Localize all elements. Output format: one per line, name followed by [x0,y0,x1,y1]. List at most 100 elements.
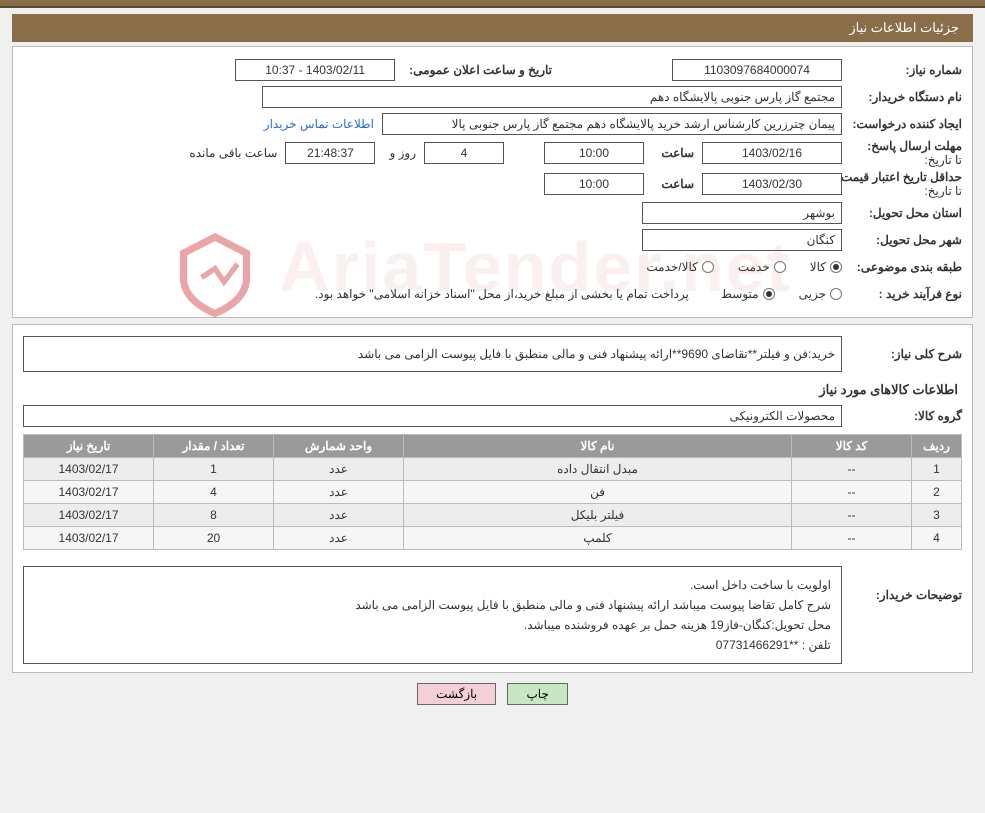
table-row: 3--فیلتر بلیکلعدد81403/02/17 [24,504,962,527]
radio-goods-label: کالا [810,260,826,274]
creator-field: پیمان چترزرین کارشناس ارشد خرید پالایشگا… [382,113,842,135]
table-header-row: ردیف کد کالا نام کالا واحد شمارش تعداد /… [24,435,962,458]
goods-table: ردیف کد کالا نام کالا واحد شمارش تعداد /… [23,434,962,550]
table-cell: 1403/02/17 [24,481,154,504]
remarks-box: اولویت با ساخت داخل است. شرح کامل تقاضا … [23,566,842,664]
need-number-label: شماره نیاز: [842,63,962,77]
table-cell: عدد [274,527,404,550]
table-cell: کلمپ [404,527,792,550]
remarks-line-1: اولویت با ساخت داخل است. [34,575,831,595]
table-cell: 20 [154,527,274,550]
remaining-suffix: ساعت باقی مانده [183,146,277,160]
contact-link[interactable]: اطلاعات تماس خریدار [264,117,374,131]
table-cell: 1403/02/17 [24,458,154,481]
table-cell: 1 [154,458,274,481]
col-date: تاریخ نیاز [24,435,154,458]
table-cell: 1403/02/17 [24,504,154,527]
table-row: 4--کلمپعدد201403/02/17 [24,527,962,550]
page-title: جزئیات اطلاعات نیاز [12,14,973,42]
remarks-label: توضیحات خریدار: [842,558,962,602]
table-cell: 8 [154,504,274,527]
need-desc-label: شرح کلی نیاز: [842,347,962,361]
col-qty: تعداد / مقدار [154,435,274,458]
process-label: نوع فرآیند خرید : [842,287,962,301]
info-panel: AriaTender.net شماره نیاز: 1103097684000… [12,46,973,318]
time-label-2: ساعت [644,177,694,191]
deadline-time-field: 10:00 [544,142,644,164]
remarks-line-2: شرح کامل تقاضا پیوست میباشد ارائه پیشنها… [34,595,831,615]
table-row: 2--فنعدد41403/02/17 [24,481,962,504]
remarks-line-4: تلفن : **07731466291 [34,635,831,655]
buyer-org-label: نام دستگاه خریدار: [842,90,962,104]
category-radio-group: کالا خدمت کالا/خدمت [626,260,842,274]
need-number-field: 1103097684000074 [672,59,842,81]
col-name: نام کالا [404,435,792,458]
radio-dot-icon [774,261,786,273]
radio-service[interactable]: خدمت [738,260,786,274]
price-time-field: 10:00 [544,173,644,195]
announce-label: تاریخ و ساعت اعلان عمومی: [403,63,552,77]
price-validity-text: حداقل تاریخ اعتبار قیمت: [837,170,962,184]
table-cell: 4 [154,481,274,504]
radio-goods[interactable]: کالا [810,260,842,274]
radio-goods-service[interactable]: کالا/خدمت [646,260,713,274]
table-cell: عدد [274,481,404,504]
radio-service-label: خدمت [738,260,770,274]
top-stripe [0,0,985,8]
button-row: چاپ بازگشت [0,683,985,705]
city-label: شهر محل تحویل: [842,233,962,247]
announce-field: 1403/02/11 - 10:37 [235,59,395,81]
table-cell: -- [792,527,912,550]
category-label: طبقه بندی موضوعی: [842,260,962,274]
days-label: روز و [383,146,416,160]
to-date-text-2: تا تاریخ: [848,184,962,198]
table-cell: 2 [912,481,962,504]
table-cell: 4 [912,527,962,550]
table-row: 1--مبدل انتقال دادهعدد11403/02/17 [24,458,962,481]
deadline-send-text: مهلت ارسال پاسخ: [867,139,962,153]
radio-partial-label: جزیی [799,287,826,301]
radio-goods-service-label: کالا/خدمت [646,260,697,274]
table-cell: فیلتر بلیکل [404,504,792,527]
table-cell: -- [792,504,912,527]
table-cell: 3 [912,504,962,527]
col-code: کد کالا [792,435,912,458]
price-date-field: 1403/02/30 [702,173,842,195]
to-date-text: تا تاریخ: [848,153,962,167]
table-cell: 1 [912,458,962,481]
countdown-field: 21:48:37 [285,142,375,164]
deadline-date-field: 1403/02/16 [702,142,842,164]
buyer-org-field: مجتمع گاز پارس جنوبی پالایشگاه دهم [262,86,842,108]
col-row: ردیف [912,435,962,458]
goods-info-title: اطلاعات کالاهای مورد نیاز [27,382,958,398]
remarks-line-3: محل تحویل:کنگان-فاز19 هزینه حمل بر عهده … [34,615,831,635]
table-cell: عدد [274,504,404,527]
creator-label: ایجاد کننده درخواست: [842,117,962,131]
time-label-1: ساعت [644,146,694,160]
need-desc-field: خرید:فن و فیلتر**تقاضای 9690**ارائه پیشن… [23,336,842,372]
radio-dot-icon [830,288,842,300]
table-cell: 1403/02/17 [24,527,154,550]
radio-partial[interactable]: جزیی [799,287,842,301]
table-cell: -- [792,458,912,481]
goods-group-field: محصولات الکترونیکی [23,405,842,427]
radio-dot-icon [702,261,714,273]
table-cell: فن [404,481,792,504]
table-cell: عدد [274,458,404,481]
days-remaining-field: 4 [424,142,504,164]
city-field: کنگان [642,229,842,251]
radio-dot-icon [830,261,842,273]
province-field: بوشهر [642,202,842,224]
goods-group-label: گروه کالا: [842,409,962,423]
col-unit: واحد شمارش [274,435,404,458]
deadline-label: مهلت ارسال پاسخ: تا تاریخ: [842,139,962,167]
radio-medium-label: متوسط [721,287,759,301]
process-radio-group: جزیی متوسط [701,287,842,301]
back-button[interactable]: بازگشت [417,683,496,705]
radio-medium[interactable]: متوسط [721,287,775,301]
process-note: پرداخت تمام یا بخشی از مبلغ خرید،از محل … [315,287,689,301]
table-cell: -- [792,481,912,504]
print-button[interactable]: چاپ [507,683,567,705]
price-validity-label: حداقل تاریخ اعتبار قیمت: تا تاریخ: [842,170,962,198]
table-cell: مبدل انتقال داده [404,458,792,481]
